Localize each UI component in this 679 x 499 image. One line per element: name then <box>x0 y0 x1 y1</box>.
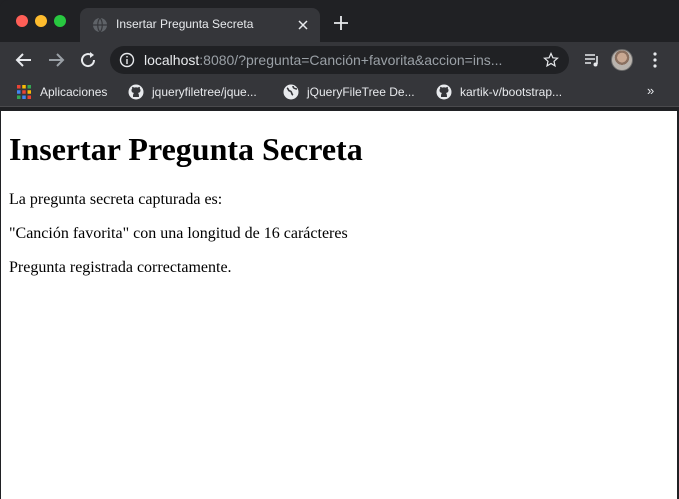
bookmark-label: jqueryfiletree/jque... <box>152 85 257 99</box>
toolbar: localhost:8080/?pregunta=Canción+favorit… <box>0 42 679 78</box>
reading-list-icon[interactable] <box>582 50 602 70</box>
globe-icon <box>283 84 299 100</box>
bookmark-aplicaciones[interactable]: Aplicaciones <box>16 83 116 101</box>
github-icon <box>128 84 144 100</box>
bookmarks-bar: Aplicaciones jqueryfiletree/jque... jQue… <box>0 78 679 107</box>
globe-icon <box>93 17 107 33</box>
tab-active[interactable]: Insertar Pregunta Secreta <box>80 8 320 42</box>
apps-grid-icon <box>17 85 31 99</box>
profile-avatar[interactable] <box>611 49 633 71</box>
bookmarks-overflow-button[interactable]: » <box>647 83 654 98</box>
bookmark-label: Aplicaciones <box>40 85 108 99</box>
site-info-icon[interactable] <box>119 52 135 68</box>
success-message: Pregunta registrada correctamente. <box>9 259 232 276</box>
back-arrow-icon[interactable] <box>14 50 34 70</box>
page-title: Insertar Pregunta Secreta <box>9 131 363 167</box>
github-icon <box>436 84 452 100</box>
close-window-button[interactable] <box>16 15 28 27</box>
forward-arrow-icon[interactable] <box>46 50 66 70</box>
bookmark-star-icon[interactable] <box>543 52 559 68</box>
bookmark-label: kartik-v/bootstrap... <box>460 85 563 99</box>
url-host: localhost <box>144 52 200 68</box>
close-tab-icon[interactable] <box>296 18 310 32</box>
url-text[interactable]: localhost:8080/?pregunta=Canción+favorit… <box>144 52 534 68</box>
bookmark-jqueryfiletree-github[interactable]: jqueryfiletree/jque... <box>128 83 273 101</box>
reload-icon[interactable] <box>78 50 98 70</box>
maximize-window-button[interactable] <box>54 15 66 27</box>
bookmark-kartik-v-github[interactable]: kartik-v/bootstrap... <box>436 83 586 101</box>
new-tab-icon[interactable] <box>332 14 350 32</box>
menu-dots-icon[interactable] <box>645 50 665 70</box>
minimize-window-button[interactable] <box>35 15 47 27</box>
question-length-text: "Canción favorita" con una longitud de 1… <box>9 225 348 242</box>
browser-window: Insertar Pregunta Secreta localhost:8080… <box>0 0 679 499</box>
tab-title: Insertar Pregunta Secreta <box>116 17 254 31</box>
bookmark-jqueryfiletree-demo[interactable]: jQueryFileTree De... <box>283 83 423 101</box>
address-bar[interactable]: localhost:8080/?pregunta=Canción+favorit… <box>110 46 569 74</box>
captured-question-label: La pregunta secreta capturada es: <box>9 191 223 208</box>
bookmark-label: jQueryFileTree De... <box>307 85 415 99</box>
tab-strip: Insertar Pregunta Secreta <box>0 0 679 42</box>
url-path: :8080/?pregunta=Canción+favorita&accion=… <box>199 52 503 68</box>
page-content: Insertar Pregunta Secreta La pregunta se… <box>1 111 677 499</box>
